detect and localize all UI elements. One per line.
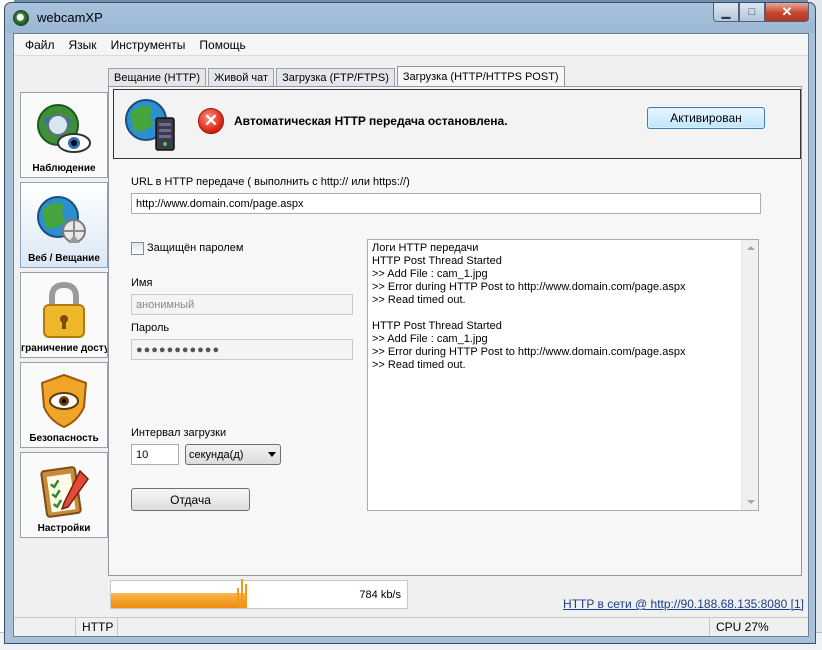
interval-label: Интервал загрузки	[131, 427, 227, 439]
nav-item-web-broadcast[interactable]: Веб / Вещание	[20, 182, 108, 268]
status-bar: HTTP CPU 27%	[14, 617, 808, 636]
menu-language[interactable]: Язык	[62, 38, 104, 52]
activate-button[interactable]: Активирован	[647, 107, 765, 129]
nav-label: Наблюдение	[32, 163, 96, 174]
password-label: Пароль	[131, 322, 170, 334]
menu-help[interactable]: Помощь	[192, 38, 252, 52]
bandwidth-spike	[245, 584, 247, 608]
window-title: webcamXP	[37, 10, 103, 25]
bandwidth-value: 784 kb/s	[359, 589, 401, 601]
password-input[interactable]: ●●●●●●●●●●●	[131, 339, 353, 360]
chevron-down-icon	[268, 452, 276, 457]
log-line: >> Error during HTTP Post to http://www.…	[372, 346, 686, 358]
name-label: Имя	[131, 277, 153, 289]
side-navigation: Наблюдение Веб / Вещание граничение дост…	[20, 92, 108, 542]
log-line: >> Read timed out.	[372, 359, 466, 371]
nav-item-security[interactable]: Безопасность	[20, 362, 108, 448]
scroll-down-icon[interactable]	[747, 500, 755, 504]
surveillance-globe-eye-icon	[37, 104, 91, 153]
minimize-icon: ▁	[721, 6, 731, 19]
minimize-button[interactable]: ▁	[713, 3, 739, 22]
status-cpu: CPU 27%	[716, 620, 769, 634]
tab-strip: Вещание (HTTP) Живой чат Загрузка (FTP/F…	[108, 66, 567, 87]
tab-live-chat[interactable]: Живой чат	[208, 68, 275, 86]
status-message: Автоматическая HTTP передача остановлена…	[234, 114, 508, 128]
network-link[interactable]: HTTP в сети @ http://90.188.68.135:8080 …	[563, 597, 804, 611]
settings-clipboard-icon	[40, 466, 89, 518]
tab-http-broadcast[interactable]: Вещание (HTTP)	[108, 68, 207, 86]
bandwidth-spike	[241, 579, 243, 608]
password-protected-checkbox[interactable]	[131, 242, 144, 255]
nav-label: Безопасность	[29, 433, 99, 444]
menu-tools[interactable]: Инструменты	[104, 38, 193, 52]
nav-item-surveillance[interactable]: Наблюдение	[20, 92, 108, 178]
log-line: HTTP Post Thread Started	[372, 255, 502, 267]
interval-unit-select[interactable]: секунда(д)	[185, 444, 281, 465]
globe-server-icon	[125, 99, 175, 151]
maximize-button[interactable]: □	[739, 3, 765, 22]
log-line: Логи HTTP передачи	[372, 242, 479, 254]
tab-ftp-upload[interactable]: Загрузка (FTP/FTPS)	[276, 68, 395, 86]
log-line: >> Read timed out.	[372, 294, 466, 306]
tab-http-post-upload[interactable]: Загрузка (HTTP/HTTPS POST)	[396, 66, 565, 87]
log-lines: Логи HTTP передачи HTTP Post Thread Start…	[372, 242, 740, 372]
app-window: webcamXP ▁ □ ✕ Файл Язык Инструменты Пом…	[4, 2, 816, 644]
interval-unit-value: секунда(д)	[189, 448, 244, 461]
error-icon: ✕	[198, 108, 224, 134]
log-line: HTTP Post Thread Started	[372, 320, 502, 332]
client-area: Файл Язык Инструменты Помощь Наблюдение	[13, 33, 809, 637]
bandwidth-fill	[111, 593, 247, 608]
password-protected-label: Защищён паролем	[147, 242, 244, 254]
bandwidth-meter: 784 kb/s	[110, 579, 408, 609]
url-label: URL в HTTP передаче ( выполнить с http:/…	[131, 176, 410, 188]
log-line: >> Add File : cam_1.jpg	[372, 268, 488, 280]
title-bar[interactable]: webcamXP ▁ □ ✕	[5, 3, 815, 33]
status-empty-cell	[14, 618, 76, 636]
log-line: >> Add File : cam_1.jpg	[372, 333, 488, 345]
http-post-panel: ✕ Автоматическая HTTP передача остановле…	[108, 86, 802, 576]
log-line: >> Error during HTTP Post to http://www.…	[372, 281, 686, 293]
close-button[interactable]: ✕	[765, 3, 809, 22]
security-shield-eye-icon	[40, 373, 88, 429]
padlock-icon	[43, 281, 85, 338]
nav-item-access-restriction[interactable]: граничение досту	[20, 272, 108, 358]
bandwidth-spike	[237, 588, 239, 608]
status-box: ✕ Автоматическая HTTP передача остановле…	[113, 89, 801, 159]
log-scrollbar[interactable]	[741, 240, 758, 510]
status-protocol: HTTP	[76, 618, 118, 636]
webcamxp-app-icon	[13, 10, 29, 26]
interval-input[interactable]: 10	[131, 444, 179, 465]
nav-label: граничение досту	[21, 343, 107, 354]
maximize-icon: □	[748, 6, 756, 18]
menu-file[interactable]: Файл	[18, 38, 62, 52]
upload-button[interactable]: Отдача	[131, 488, 250, 511]
close-icon: ✕	[781, 4, 793, 19]
nav-item-settings[interactable]: Настройки	[20, 452, 108, 538]
nav-label: Веб / Вещание	[28, 253, 100, 264]
name-input[interactable]: анонимный	[131, 294, 353, 315]
scroll-up-icon[interactable]	[747, 246, 755, 250]
menu-bar: Файл Язык Инструменты Помощь	[14, 34, 808, 56]
nav-label: Настройки	[37, 523, 91, 534]
log-textarea[interactable]: Логи HTTP передачи HTTP Post Thread Start…	[367, 239, 759, 511]
url-input[interactable]: http://www.domain.com/page.aspx	[131, 193, 761, 214]
web-broadcast-globe-icon	[37, 196, 86, 243]
status-spacer	[118, 618, 710, 636]
